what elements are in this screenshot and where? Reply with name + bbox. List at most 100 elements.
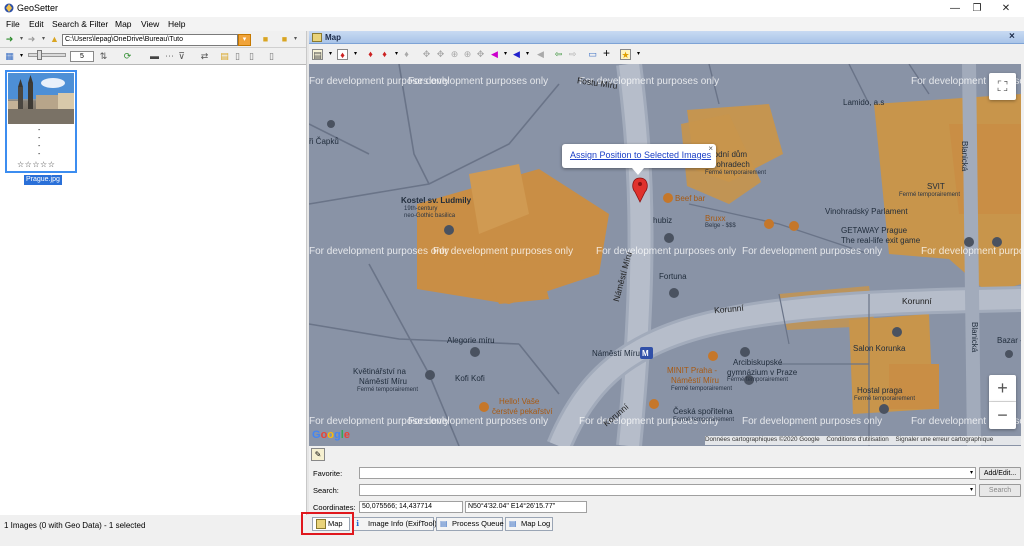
map-label: Fermé temporairement [727, 377, 789, 383]
prague-photo[interactable] [8, 73, 74, 124]
minimize-button[interactable]: — [948, 2, 962, 15]
size-spinner[interactable]: 5 [70, 51, 94, 62]
highlight-box [301, 512, 354, 535]
plus-icon[interactable]: + [601, 47, 612, 59]
close-button[interactable]: ✕ [999, 2, 1013, 15]
favorite-folder-icon[interactable]: ■ [279, 34, 290, 45]
tab-map-log[interactable]: ▤ Map Log [505, 517, 553, 531]
paste-icon[interactable]: ▯ [246, 51, 257, 62]
map-label: Náměstí Míru [359, 377, 408, 386]
add-edit-button[interactable]: Add/Edit... [979, 467, 1021, 480]
map-label: Kofi Kofi [455, 374, 485, 383]
meta-line: - [38, 127, 41, 134]
set-marker-icon[interactable]: ♦ [365, 49, 376, 60]
map-panel-title: Map [325, 33, 341, 42]
copy-icon[interactable]: ▯ [232, 51, 243, 62]
fullscreen-button[interactable]: ⛶ [989, 73, 1016, 100]
map-label: Beef bar [675, 194, 706, 203]
filter-icon[interactable]: ⊽ [176, 51, 187, 62]
map-label: Fermé temporairement [705, 170, 767, 176]
marker-icon[interactable]: ♦ [337, 49, 348, 60]
zoom-icon[interactable]: ⊕ [462, 49, 473, 60]
tab-process-queue[interactable]: ▤ Process Queue [436, 517, 504, 531]
arrow-left-icon[interactable]: ◀ [489, 49, 500, 60]
toggle-icon[interactable]: ⇄ [199, 51, 210, 62]
status-text: 1 Images (0 with Geo Data) - 1 selected [4, 521, 146, 530]
tools-icon[interactable]: ▬ [149, 51, 160, 62]
track-icon[interactable]: ✥ [421, 49, 432, 60]
sort-icon[interactable]: ⇅ [98, 51, 109, 62]
edit-data-icon[interactable]: ▤ [219, 51, 230, 62]
map-label: Bruxx [705, 214, 726, 223]
close-icon[interactable]: × [1009, 31, 1015, 42]
map-label: Česká spořitelna [673, 407, 733, 416]
select-icon[interactable]: ⋯ [164, 51, 175, 62]
coordinates-dms[interactable]: N50°4'32.04" E14°26'15.77" [465, 501, 587, 513]
map-type-icon[interactable]: ▤ [312, 49, 323, 60]
favorite-select[interactable]: ▾ [359, 467, 976, 479]
zoom-out-button[interactable]: − [989, 402, 1016, 429]
arrow-left-icon[interactable]: ◀ [511, 49, 522, 60]
terms-link[interactable]: Conditions d'utilisation [826, 436, 888, 443]
report-error-link[interactable]: Signaler une erreur cartographique [896, 436, 994, 443]
maximize-button[interactable]: ❐ [970, 2, 984, 15]
forward-arrow-icon[interactable]: ⇨ [567, 49, 578, 60]
marker-green-icon[interactable]: ♦ [379, 49, 390, 60]
menu-view[interactable]: View [141, 19, 159, 29]
rating-stars[interactable]: ☆☆☆☆☆ [17, 160, 55, 169]
chevron-down-icon[interactable]: ▾ [350, 49, 361, 60]
track-icon[interactable]: ✥ [435, 49, 446, 60]
thumbnail-size-slider[interactable] [28, 50, 66, 60]
image-filename[interactable]: Prague.jpg [24, 175, 62, 185]
chevron-down-icon[interactable]: ▾ [290, 34, 301, 45]
map-label: rodní dům [711, 150, 748, 159]
chevron-down-icon[interactable]: ▾ [522, 49, 533, 60]
menu-search-filter[interactable]: Search & Filter [52, 19, 108, 29]
menu-map[interactable]: Map [115, 19, 132, 29]
menu-file[interactable]: File [6, 19, 20, 29]
coordinates-decimal[interactable]: 50,075566; 14,437714 [359, 501, 463, 513]
map-label: GETAWAY Prague [841, 226, 908, 235]
zoom-icon[interactable]: ⊕ [449, 49, 460, 60]
chevron-down-icon[interactable]: ▾ [325, 49, 336, 60]
folder-path-input[interactable]: C:\Users\lepag\OneDrive\Bureau\Tuto [62, 34, 238, 46]
map-view[interactable]: For development purposes only For develo… [309, 64, 1021, 446]
path-dropdown-button[interactable]: ▾ [238, 34, 251, 46]
chevron-down-icon[interactable]: ▾ [500, 49, 511, 60]
window-title: GeoSetter [17, 3, 59, 13]
remove-marker-icon[interactable]: ♦ [401, 49, 412, 60]
back-arrow-icon[interactable]: ➜ [4, 34, 15, 45]
meta-line: - [38, 143, 41, 150]
templates-icon[interactable]: ▯ [266, 51, 277, 62]
map-label: Fermé temporairement [673, 417, 735, 423]
search-button[interactable]: Search [979, 484, 1021, 497]
view-mode-icon[interactable]: ▦ [4, 51, 15, 62]
menu-edit[interactable]: Edit [29, 19, 44, 29]
folder-icon[interactable]: ■ [260, 34, 271, 45]
meta-line: - [38, 151, 41, 158]
status-bar: 1 Images (0 with Geo Data) - 1 selected [0, 515, 306, 535]
map-label: The real-life exit game [841, 236, 921, 245]
comment-icon[interactable]: ▭ [587, 49, 598, 60]
pencil-icon[interactable]: ✎ [311, 448, 325, 461]
chevron-down-icon[interactable]: ▾ [633, 49, 644, 60]
arrow-left-icon[interactable]: ◀ [535, 49, 546, 60]
close-icon[interactable]: × [708, 144, 713, 153]
watermark: For development purposes only [921, 246, 1021, 257]
forward-arrow-icon[interactable]: ➜ [26, 34, 37, 45]
chevron-down-icon[interactable]: ▾ [38, 34, 49, 45]
zoom-in-button[interactable]: + [989, 375, 1016, 402]
attribution-text: Données cartographiques ©2020 Google [705, 436, 820, 443]
back-arrow-icon[interactable]: ⇦ [553, 49, 564, 60]
assign-position-link[interactable]: Assign Position to Selected Images [570, 150, 711, 160]
tab-image-info[interactable]: ℹ Image Info (ExifTool) [352, 517, 437, 531]
map-label: Kostel sv. Ludmily [401, 196, 472, 205]
map-toolbar: ▤ ▾ ♦ ▾ ♦ ♦ ▾ ♦ ✥ ✥ ⊕ ⊕ ✥ ◀ ▾ ◀ ▾ ◀ ⇦ ⇨ … [309, 44, 1024, 64]
folder-up-icon[interactable]: ▲ [49, 34, 60, 45]
refresh-icon[interactable]: ⟳ [122, 51, 133, 62]
menu-help[interactable]: Help [168, 19, 185, 29]
search-input[interactable]: ▾ [359, 484, 976, 496]
star-icon[interactable]: ★ [620, 49, 631, 60]
crosshair-icon[interactable]: ✥ [475, 49, 486, 60]
chevron-down-icon[interactable]: ▾ [16, 51, 27, 62]
